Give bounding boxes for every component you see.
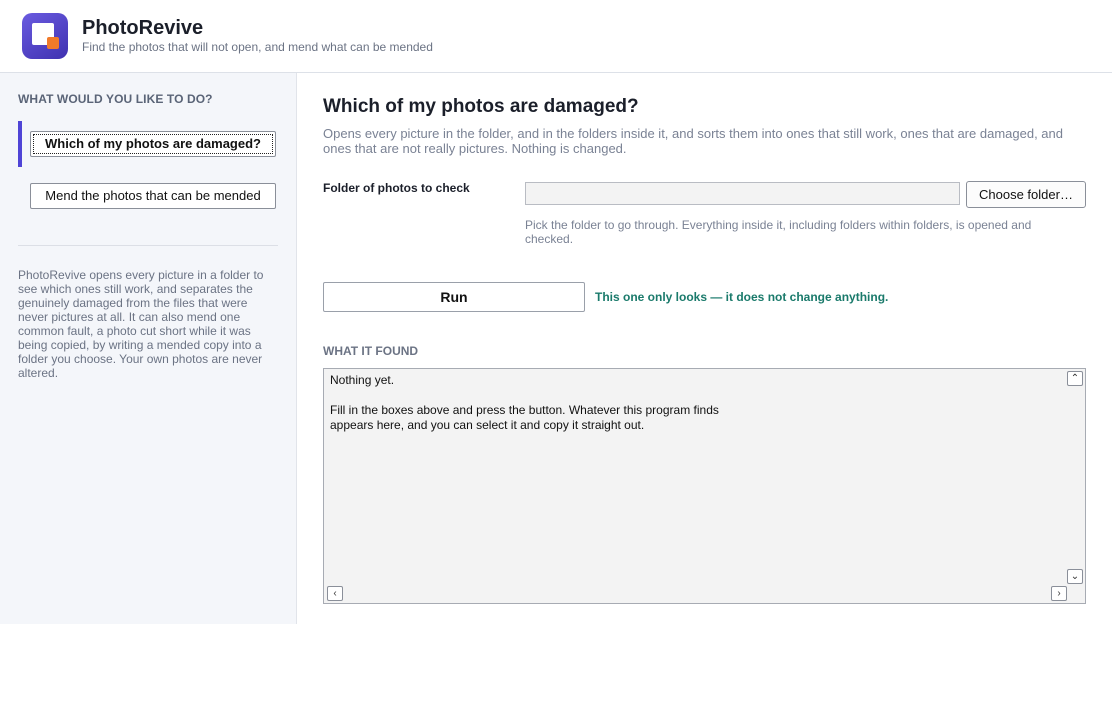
page-title: Which of my photos are damaged?	[323, 96, 639, 117]
active-indicator	[18, 121, 22, 167]
results-heading: WHAT IT FOUND	[323, 344, 419, 358]
run-note: This one only looks — it does not change…	[595, 290, 889, 304]
results-textarea[interactable]: Nothing yet. Fill in the boxes above and…	[323, 368, 1086, 604]
run-button[interactable]: Run	[323, 282, 585, 312]
sidebar-item-check-damaged[interactable]: Which of my photos are damaged?	[30, 131, 276, 157]
sidebar-divider	[18, 245, 278, 246]
scroll-right-icon[interactable]: ›	[1051, 586, 1067, 601]
results-text[interactable]: Nothing yet. Fill in the boxes above and…	[330, 373, 1065, 433]
photo-stack-icon	[22, 13, 68, 59]
app-title: PhotoRevive	[82, 17, 204, 39]
app-subtitle: Find the photos that will not open, and …	[82, 40, 433, 54]
scroll-down-icon[interactable]: ⌄	[1067, 569, 1083, 584]
sidebar-item-mend-photos[interactable]: Mend the photos that can be mended	[30, 183, 276, 209]
scroll-up-icon[interactable]: ⌃	[1067, 371, 1083, 386]
folder-path-input[interactable]	[525, 182, 960, 205]
sidebar: WHAT WOULD YOU LIKE TO DO? Which of my p…	[0, 73, 297, 624]
logo-accent	[47, 37, 59, 49]
page-description: Opens every picture in the folder, and i…	[323, 126, 1063, 156]
choose-folder-button[interactable]: Choose folder…	[966, 181, 1086, 208]
scroll-left-icon[interactable]: ‹	[327, 586, 343, 601]
folder-field-label: Folder of photos to check	[323, 181, 470, 195]
sidebar-about-text: PhotoRevive opens every picture in a fol…	[18, 268, 264, 380]
sidebar-heading: WHAT WOULD YOU LIKE TO DO?	[18, 92, 213, 106]
folder-field-help: Pick the folder to go through. Everythin…	[525, 218, 1032, 246]
app-header: PhotoRevive Find the photos that will no…	[0, 0, 1112, 73]
